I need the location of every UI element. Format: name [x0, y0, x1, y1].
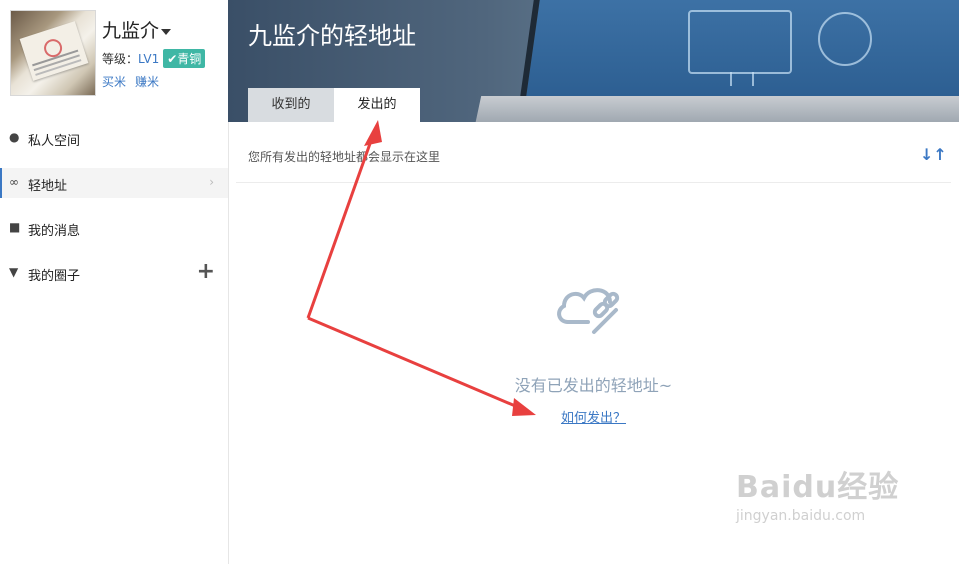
level-value[interactable]: LV1 — [138, 52, 159, 66]
empty-state-message: 没有已发出的轻地址~ — [514, 376, 673, 395]
user-level: 等级：LV1 ✔青铜 — [102, 49, 206, 68]
level-label: 等级： — [102, 52, 139, 66]
add-circle-icon[interactable]: + — [197, 259, 215, 284]
user-name-dropdown[interactable]: 九监介 — [102, 16, 172, 43]
sidebar-item-messages[interactable]: ■ 我的消息 — [0, 213, 228, 243]
sidebar-item-private-space[interactable]: ● 私人空间 — [0, 123, 228, 153]
baidu-watermark: Baidu经验 jingyan.baidu.com — [736, 462, 916, 546]
arrow-head-up — [364, 120, 382, 146]
user-icon: ● — [9, 130, 20, 144]
user-name: 九监介 — [102, 20, 160, 42]
arrow-line-up — [306, 137, 374, 319]
monitor-icon — [688, 10, 792, 86]
sidebar-item-label: 私人空间 — [28, 134, 81, 149]
user-links: 买米 赚米 — [102, 73, 168, 90]
page-title: 九监介的轻地址 — [248, 22, 416, 50]
banner: 九监介的轻地址 收到的 发出的 — [228, 0, 959, 122]
how-to-send-link[interactable]: 如何发出？ — [561, 411, 626, 426]
sidebar-item-circles[interactable]: ▼ 我的圈子 + — [0, 258, 228, 288]
rank-badge[interactable]: ✔青铜 — [163, 49, 206, 68]
hint-text: 您所有发出的轻地址都会显示在这里 — [248, 150, 441, 164]
caret-down-icon — [161, 28, 172, 35]
triangle-down-icon: ▼ — [9, 265, 19, 279]
sidebar-item-label: 我的消息 — [28, 224, 81, 239]
tab-received[interactable]: 收到的 — [248, 88, 334, 122]
laptop-base-image — [474, 96, 959, 122]
sort-icon[interactable]: ↓↑ — [920, 145, 947, 164]
person-icon — [818, 12, 872, 66]
chevron-right-icon: › — [209, 175, 214, 189]
message-icon: ■ — [9, 220, 21, 234]
earn-rice-link[interactable]: 赚米 — [135, 75, 159, 89]
watermark-url: jingyan.baidu.com — [736, 508, 866, 524]
link-icon: ∞ — [9, 175, 19, 189]
sidebar-item-light-address[interactable]: ∞ 轻地址 › — [0, 168, 228, 198]
divider — [236, 182, 951, 183]
sidebar-item-label: 轻地址 — [28, 179, 68, 194]
tab-sent[interactable]: 发出的 — [334, 88, 420, 122]
cloud-link-icon — [557, 288, 620, 334]
sidebar-item-label: 我的圈子 — [28, 269, 81, 284]
how-to-send: 如何发出？ — [228, 407, 959, 426]
badge-label: 青铜 — [177, 52, 202, 66]
watermark-brand: Baidu经验 — [736, 470, 900, 505]
sidebar: 九监介 等级：LV1 ✔青铜 买米 赚米 ● 私人空间 ∞ 轻地址 › ■ 我的消息… — [0, 0, 229, 564]
avatar[interactable] — [10, 10, 96, 96]
buy-rice-link[interactable]: 买米 — [102, 75, 126, 89]
check-icon: ✔ — [167, 52, 178, 66]
